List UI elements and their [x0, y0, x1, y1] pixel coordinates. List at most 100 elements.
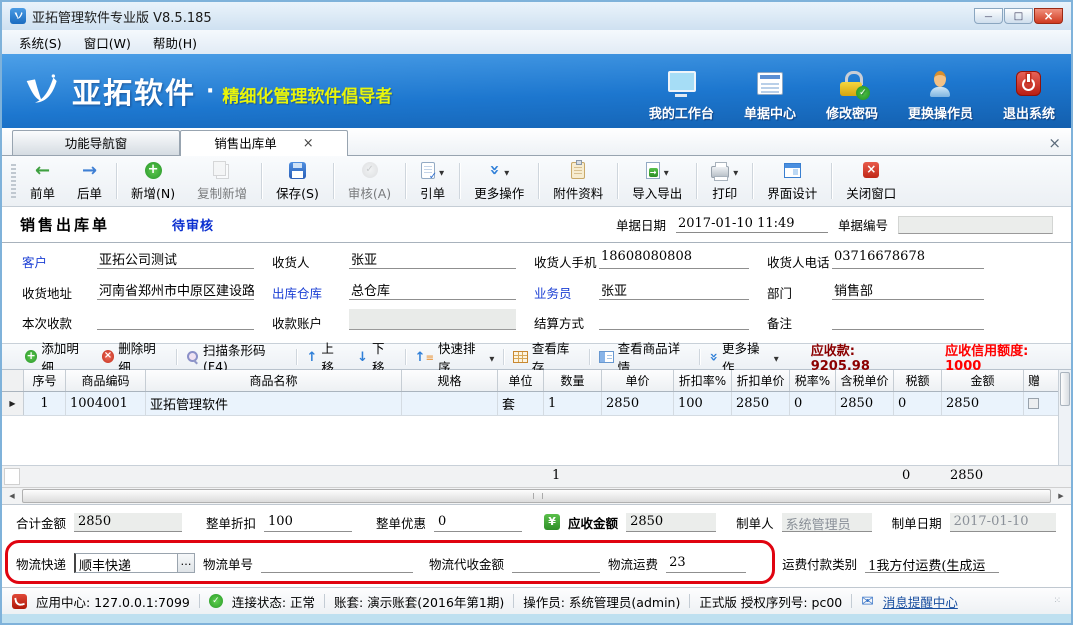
cell-qty[interactable]: 1: [544, 392, 602, 415]
app-icon: [10, 8, 26, 24]
maximize-button[interactable]: [1004, 8, 1033, 24]
phone-field[interactable]: 03716678678: [832, 248, 984, 269]
scrollbar-thumb[interactable]: [22, 489, 1051, 503]
scroll-left-arrow-icon[interactable]: ◀: [4, 489, 20, 503]
vertical-scrollbar[interactable]: [1058, 370, 1071, 465]
minimize-button[interactable]: [974, 8, 1003, 24]
close-button[interactable]: [1034, 8, 1063, 24]
cell-unit[interactable]: 套: [498, 392, 544, 415]
col-qty: 数量: [544, 370, 602, 391]
menu-window[interactable]: 窗口(W): [73, 31, 142, 54]
change-password-button[interactable]: 修改密码: [826, 69, 878, 122]
exit-system-button[interactable]: 退出系统: [1003, 69, 1055, 122]
ellipsis-button[interactable]: [178, 553, 195, 573]
col-price: 单价: [602, 370, 674, 391]
horizontal-scrollbar[interactable]: ◀ ▶: [2, 487, 1071, 504]
cell-discount-price[interactable]: 2850: [732, 392, 790, 415]
dept-field[interactable]: 销售部: [832, 279, 984, 300]
tabstrip-close-icon[interactable]: [1048, 134, 1061, 152]
resize-grip-icon[interactable]: [1053, 596, 1061, 606]
total-amount-field: 2850: [74, 513, 182, 532]
dept-label: 部门: [765, 279, 832, 306]
address-field[interactable]: 河南省郑州市中原区建设路: [97, 279, 254, 300]
customer-field[interactable]: 亚拓公司测试: [97, 248, 254, 269]
order-discount-field[interactable]: 100: [264, 513, 352, 532]
mobile-field[interactable]: 18608080808: [599, 248, 749, 269]
menu-system[interactable]: 系统(S): [8, 31, 73, 54]
scrollbar-thumb[interactable]: [1060, 372, 1070, 406]
import-export-label: 导入导出: [632, 183, 682, 202]
copy-add-label: 复制新增: [197, 183, 247, 202]
next-order-button[interactable]: 后单: [66, 158, 113, 204]
license-status: 正式版 授权序列号: pc00: [699, 592, 842, 611]
consignee-field[interactable]: 张亚: [349, 248, 516, 269]
audit-button[interactable]: 审核(A): [337, 158, 402, 204]
cod-field[interactable]: [512, 554, 600, 573]
warehouse-field[interactable]: 总仓库: [349, 279, 516, 300]
line-items-grid: 序号 商品编码 商品名称 规格 单位 数量 单价 折扣率% 折扣单价 税率% 含…: [2, 370, 1071, 505]
detail-toolbar: 添加明细 删除明细 扫描条形码(F4) 上移 下移 快速排序 查看库存 查看商品…: [2, 343, 1071, 370]
cell-spec[interactable]: [402, 392, 498, 415]
doc-center-icon: [757, 69, 783, 99]
col-spec: 规格: [402, 370, 498, 391]
gift-checkbox[interactable]: [1028, 398, 1039, 409]
tab-function-nav[interactable]: 功能导航窗: [12, 130, 180, 155]
save-button[interactable]: 保存(S): [265, 158, 330, 204]
cell-tax-rate[interactable]: 0: [790, 392, 836, 415]
order-promo-field[interactable]: 0: [434, 513, 522, 532]
close-window-button[interactable]: 关闭窗口: [835, 158, 907, 204]
prev-order-button[interactable]: 前单: [19, 158, 66, 204]
toolbar-separator: [538, 163, 539, 199]
cell-price[interactable]: 2850: [602, 392, 674, 415]
tab-strip: 功能导航窗 销售出库单: [2, 128, 1071, 156]
totals-bar: 合计金额 2850 整单折扣 100 整单优惠 0 应收金额 2850 制单人 …: [2, 505, 1071, 539]
cell-seq[interactable]: 1: [24, 392, 66, 415]
payment-field[interactable]: [97, 309, 254, 330]
print-button[interactable]: 打印: [700, 158, 749, 204]
import-export-button[interactable]: 导入导出: [621, 158, 693, 204]
tracking-field[interactable]: [261, 554, 413, 573]
toolbar-separator: [261, 163, 262, 199]
double-chevron-icon: [709, 349, 718, 365]
workstation-button[interactable]: 我的工作台: [649, 69, 714, 122]
switch-operator-button[interactable]: 更换操作员: [908, 69, 973, 122]
maker-label: 制单人: [736, 513, 774, 532]
doc-center-button[interactable]: 单据中心: [744, 69, 796, 122]
settle-field[interactable]: [599, 309, 749, 330]
tab-sales-outbound[interactable]: 销售出库单: [180, 130, 348, 156]
cell-tax-price[interactable]: 2850: [836, 392, 894, 415]
cell-tax[interactable]: 0: [894, 392, 942, 415]
warehouse-label: 出库仓库: [270, 279, 349, 306]
pull-order-button[interactable]: 引单: [409, 158, 456, 204]
copy-add-button[interactable]: 复制新增: [186, 158, 258, 204]
more-actions-button[interactable]: 更多操作: [463, 158, 535, 204]
remark-field[interactable]: [832, 309, 984, 330]
attachments-button[interactable]: 附件资料: [542, 158, 614, 204]
freight-type-field[interactable]: 1我方付运费(生成运: [865, 554, 999, 573]
menu-help[interactable]: 帮助(H): [142, 31, 208, 54]
switch-operator-label: 更换操作员: [908, 103, 973, 122]
cell-amount[interactable]: 2850: [942, 392, 1024, 415]
doc-date-field[interactable]: 2017-01-10 11:49: [676, 216, 828, 233]
settle-label: 结算方式: [532, 309, 599, 336]
salesman-field[interactable]: 张亚: [599, 279, 749, 300]
table-row[interactable]: 1 1004001 亚拓管理软件 套 1 2850 100 2850 0 285…: [2, 392, 1071, 416]
doc-date-label: 单据日期: [616, 215, 666, 234]
ui-design-button[interactable]: 界面设计: [756, 158, 828, 204]
cell-product-name[interactable]: 亚拓管理软件: [146, 392, 402, 415]
next-arrow-icon: [82, 160, 97, 181]
message-center-link[interactable]: 消息提醒中心: [883, 592, 958, 611]
workstation-icon: [666, 69, 696, 99]
express-combo[interactable]: 顺丰快递: [74, 553, 178, 573]
scroll-right-arrow-icon[interactable]: ▶: [1053, 489, 1069, 503]
app-center-status: 应用中心: 127.0.0.1:7099: [36, 592, 190, 611]
tab-close-icon[interactable]: [303, 137, 314, 150]
window-design-icon: [784, 163, 801, 178]
cell-product-code[interactable]: 1004001: [66, 392, 146, 415]
freight-field[interactable]: 23: [666, 554, 746, 573]
close-window-label: 关闭窗口: [846, 183, 896, 202]
cell-discount-rate[interactable]: 100: [674, 392, 732, 415]
account-field: [349, 309, 516, 330]
ui-design-label: 界面设计: [767, 183, 817, 202]
add-new-button[interactable]: 新增(N): [120, 158, 186, 204]
